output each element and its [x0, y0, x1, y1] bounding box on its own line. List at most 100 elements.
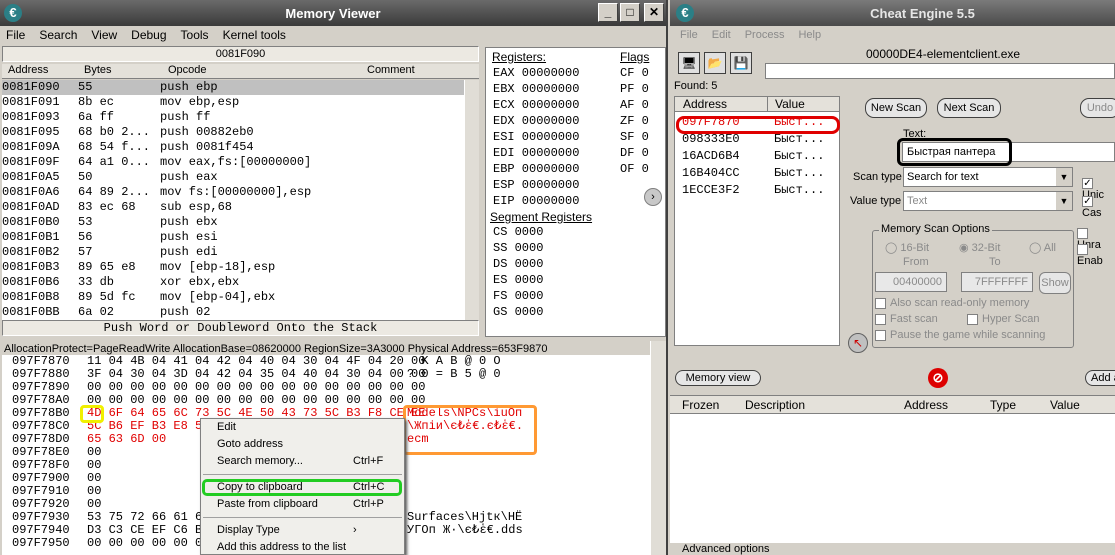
chevron-down-icon[interactable]: ▼	[1056, 168, 1072, 186]
mv-title: Memory Viewer	[285, 5, 381, 21]
case-checkbox[interactable]: ✓Cas	[1082, 195, 1115, 219]
disasm-row[interactable]: 0081F0B8 89 5d fc mov [ebp-04],ebx	[2, 290, 464, 305]
case-label: Cas	[1082, 207, 1102, 219]
pause-label: Pause the game while scanning	[890, 329, 1046, 341]
col-type[interactable]: Type	[990, 396, 1016, 414]
menu-debug[interactable]: Debug	[131, 28, 166, 42]
show-button[interactable]: Show	[1039, 272, 1071, 294]
to-input[interactable]: 7FFFFFFF	[961, 272, 1033, 292]
results-col-value[interactable]: Value	[775, 97, 805, 111]
from-label: From	[903, 256, 929, 268]
readonly-checkbox[interactable]: Also scan read-only memory	[875, 297, 1029, 309]
disasm-row[interactable]: 0081F0B3 89 65 e8 mov [ebp-18],esp	[2, 260, 464, 275]
context-menu-label: Search memory...	[217, 455, 303, 467]
disasm-row[interactable]: 0081F0B1 56 push esi	[2, 230, 464, 245]
col-bytes[interactable]: Bytes	[84, 64, 112, 76]
memory-view-button[interactable]: Memory view	[675, 370, 761, 386]
disasm-row[interactable]: 0081F0B6 33 db xor ebx,ebx	[2, 275, 464, 290]
hex-scrollbar[interactable]	[650, 341, 666, 555]
menu-file[interactable]: File	[6, 28, 25, 42]
open-file-button[interactable]: 📂	[704, 52, 726, 74]
col-description[interactable]: Description	[745, 396, 805, 414]
disasm-opcode: push esi	[160, 230, 218, 244]
add-address-button[interactable]: Add a	[1085, 370, 1115, 386]
result-address: 16B404CC	[682, 166, 740, 180]
disasm-row[interactable]: 0081F0B2 57 push edi	[2, 245, 464, 260]
menu-search[interactable]: Search	[39, 28, 77, 42]
maximize-button[interactable]: □	[620, 3, 640, 22]
radio-icon: ◯	[885, 242, 901, 254]
ce-menu-help[interactable]: Help	[798, 29, 821, 41]
context-menu-item[interactable]: Display Type ›	[201, 522, 404, 539]
disasm-row[interactable]: 0081F091 8b ec mov ebp,esp	[2, 95, 464, 110]
ce-menu-file[interactable]: File	[680, 29, 698, 41]
advanced-options-bar[interactable]: Advanced options	[670, 543, 1115, 555]
disasm-row[interactable]: 0081F0B0 53 push ebx	[2, 215, 464, 230]
disasm-bytes: 56	[78, 230, 93, 244]
context-menu-item[interactable]: Paste from clipboard Ctrl+P	[201, 496, 404, 513]
next-scan-button[interactable]: Next Scan	[937, 98, 1001, 118]
expand-registers-button[interactable]: ›	[644, 188, 662, 206]
hyper-scan-checkbox[interactable]: Hyper Scan	[967, 313, 1039, 325]
ce-menu-edit[interactable]: Edit	[712, 29, 731, 41]
disasm-row[interactable]: 0081F0AD 83 ec 68 sub esp,68	[2, 200, 464, 215]
disasm-row[interactable]: 0081F09F 64 a1 0... mov eax,fs:[00000000]	[2, 155, 464, 170]
address-table-header: Frozen Description Address Type Value	[670, 396, 1115, 414]
radio-32bit[interactable]: ◉ 32-Bit	[959, 241, 1000, 254]
bit32-label: 32-Bit	[971, 242, 1001, 254]
col-comment[interactable]: Comment	[367, 64, 415, 76]
disasm-row[interactable]: 0081F0A5 50 push eax	[2, 170, 464, 185]
save-button[interactable]: 💾	[730, 52, 752, 74]
context-menu-item[interactable]: Search memory... Ctrl+F	[201, 453, 404, 470]
scan-type-select[interactable]: Search for text ▼	[903, 167, 1073, 187]
ce-menu-process[interactable]: Process	[745, 29, 785, 41]
disasm-scrollbar[interactable]	[464, 80, 479, 320]
radio-icon: ◉	[959, 242, 972, 254]
disasm-row[interactable]: 0081F0A6 64 89 2... mov fs:[00000000],esp	[2, 185, 464, 200]
results-col-address[interactable]: Address	[683, 97, 727, 111]
context-menu-item[interactable]: Goto address	[201, 436, 404, 453]
disassembly-list[interactable]: 0081F090 55 push ebp 0081F091 8b ec mov ebp,e…	[2, 80, 464, 320]
result-row[interactable]: 1ECCE3F2 Быст...	[675, 182, 839, 199]
col-address[interactable]: Address	[8, 64, 48, 76]
menu-tools[interactable]: Tools	[181, 28, 209, 42]
close-button[interactable]: ✕	[644, 3, 664, 22]
pointer-arrow-icon[interactable]: ↖	[848, 333, 868, 353]
fast-scan-checkbox[interactable]: Fast scan	[875, 313, 938, 325]
instruction-description: Push Word or Doubleword Onto the Stack	[2, 320, 479, 336]
disasm-bytes: 33 db	[78, 275, 115, 289]
radio-all[interactable]: ◯ All	[1029, 241, 1056, 254]
radio-16bit[interactable]: ◯ 16-Bit	[885, 241, 929, 254]
col-value[interactable]: Value	[1050, 396, 1080, 414]
menu-view[interactable]: View	[91, 28, 117, 42]
disasm-address-bar[interactable]: 0081F090	[2, 46, 479, 62]
col-opcode[interactable]: Opcode	[168, 64, 207, 76]
undo-scan-button[interactable]: Undo	[1080, 98, 1115, 118]
new-scan-button[interactable]: New Scan	[865, 98, 927, 118]
red-highlight	[676, 116, 840, 134]
from-input[interactable]: 00400000	[875, 272, 947, 292]
result-row[interactable]: 16ACD6B4 Быст...	[675, 148, 839, 165]
enable-speedhack-checkbox[interactable]: Enab	[1077, 243, 1115, 267]
col-table-address[interactable]: Address	[904, 396, 948, 414]
context-menu-item[interactable]: Edit	[201, 419, 404, 436]
pause-checkbox[interactable]: Pause the game while scanning	[875, 329, 1045, 341]
address-table[interactable]: Frozen Description Address Type Value	[670, 395, 1115, 543]
context-menu-item[interactable]: Add this address to the list	[201, 539, 404, 554]
segment-register: GS 0000	[493, 305, 544, 319]
disasm-row[interactable]: 0081F093 6a ff push ff	[2, 110, 464, 125]
value-type-select[interactable]: Text ▼	[903, 191, 1073, 211]
cheat-engine-window: € Cheat Engine 5.5 File Edit Process Help 0…	[670, 0, 1115, 555]
open-process-button[interactable]: 🖥	[678, 52, 700, 74]
disasm-row[interactable]: 0081F0BB 6a 02 push 02	[2, 305, 464, 320]
disasm-row[interactable]: 0081F095 68 b0 2... push 00882eb0	[2, 125, 464, 140]
col-frozen[interactable]: Frozen	[682, 396, 719, 414]
minimize-button[interactable]: _	[598, 3, 618, 22]
menu-kernel-tools[interactable]: Kernel tools	[223, 28, 286, 42]
disasm-row[interactable]: 0081F09A 68 54 f... push 0081f454	[2, 140, 464, 155]
chevron-down-icon[interactable]: ▼	[1056, 192, 1072, 210]
ce-title: Cheat Engine 5.5	[870, 5, 975, 21]
result-row[interactable]: 16B404CC Быст...	[675, 165, 839, 182]
erase-icon[interactable]: ⊘	[928, 368, 948, 388]
disasm-row[interactable]: 0081F090 55 push ebp	[2, 80, 464, 95]
